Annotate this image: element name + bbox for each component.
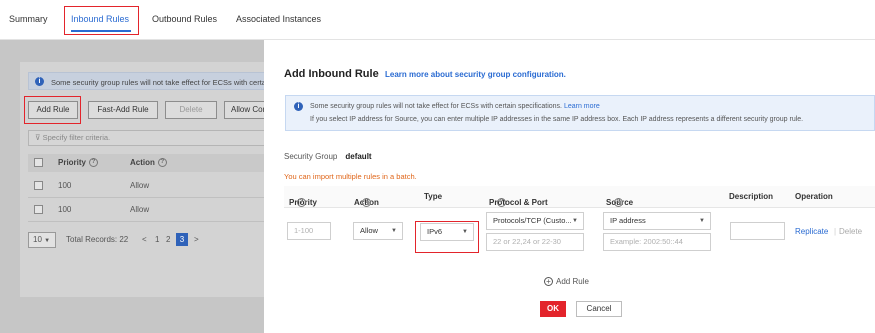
security-group-field: Security Group default bbox=[284, 152, 372, 161]
chevron-down-icon: ▼ bbox=[462, 229, 468, 235]
priority-cell: 100 bbox=[58, 205, 72, 214]
delete-link[interactable]: Delete bbox=[839, 227, 862, 236]
tab-outbound-rules[interactable]: Outbound Rules bbox=[152, 14, 217, 24]
filter-icon: ⊽ bbox=[35, 133, 41, 142]
rules-table-header: Priority? Action? bbox=[28, 154, 278, 172]
dialog-title: Add Inbound Rule bbox=[284, 68, 379, 80]
learn-more-link[interactable]: Learn more about security group configur… bbox=[385, 70, 566, 79]
add-rule-button[interactable]: Add Rule bbox=[28, 101, 78, 119]
rule-table-header: Priority? Action? Type Protocol & Port? … bbox=[284, 186, 875, 208]
ok-button[interactable]: OK bbox=[540, 301, 566, 317]
table-row: 100 Allow bbox=[28, 198, 278, 222]
delete-button[interactable]: Delete bbox=[165, 101, 217, 119]
notice-banner: i Some security group rules will not tak… bbox=[28, 72, 278, 90]
type-header: Type bbox=[424, 192, 443, 201]
plus-circle-icon: + bbox=[544, 277, 553, 287]
chevron-down-icon: ▼ bbox=[44, 238, 51, 244]
action-cell: Allow bbox=[130, 181, 150, 190]
protocol-select[interactable]: Protocols/TCP (Custo... ▼ bbox=[486, 212, 584, 230]
info-icon: i bbox=[35, 77, 44, 86]
priority-cell: 100 bbox=[58, 181, 72, 190]
add-inbound-rule-dialog: Add Inbound Rule Learn more about securi… bbox=[264, 40, 875, 333]
cancel-button[interactable]: Cancel bbox=[576, 301, 622, 317]
description-input[interactable] bbox=[730, 222, 785, 240]
fast-add-rule-button[interactable]: Fast-Add Rule bbox=[88, 101, 158, 119]
help-icon[interactable]: ? bbox=[297, 198, 306, 207]
help-icon[interactable]: ? bbox=[157, 158, 167, 168]
help-icon[interactable]: ? bbox=[362, 198, 371, 207]
help-icon[interactable]: ? bbox=[497, 198, 506, 207]
action-header: Action? bbox=[130, 158, 167, 168]
priority-header: Priority? bbox=[58, 158, 99, 168]
help-icon[interactable]: ? bbox=[89, 158, 99, 168]
notice-learn-more-link[interactable]: Learn more bbox=[564, 103, 600, 110]
description-header: Description bbox=[729, 192, 774, 201]
page-1[interactable]: 1 bbox=[155, 235, 159, 244]
source-type-select[interactable]: IP address ▼ bbox=[603, 212, 711, 230]
dialog-notice: i Some security group rules will not tak… bbox=[285, 95, 875, 131]
row-checkbox[interactable] bbox=[34, 181, 43, 190]
next-page-button[interactable]: > bbox=[194, 235, 199, 244]
filter-input[interactable]: ⊽ Specify filter criteria. bbox=[28, 130, 278, 146]
notice-line-2: If you select IP address for Source, you… bbox=[310, 116, 804, 123]
action-select[interactable]: Allow ▼ bbox=[353, 222, 403, 240]
import-rules-link[interactable]: You can import multiple rules in a batch… bbox=[284, 172, 417, 181]
replicate-link[interactable]: Replicate bbox=[795, 227, 828, 236]
highlight-box-inbound-tab bbox=[64, 6, 139, 35]
source-input[interactable]: Example: 2002:50::44 bbox=[603, 233, 711, 251]
rules-panel: i Some security group rules will not tak… bbox=[20, 62, 278, 297]
operation-header: Operation bbox=[795, 192, 833, 201]
help-icon[interactable]: ? bbox=[614, 198, 623, 207]
table-row: 100 Allow bbox=[28, 174, 278, 198]
page-size-select[interactable]: 10 ▼ bbox=[28, 232, 56, 248]
select-all-checkbox[interactable] bbox=[34, 158, 43, 167]
row-checkbox[interactable] bbox=[34, 205, 43, 214]
operation-separator: | bbox=[834, 227, 837, 236]
tab-associated-instances[interactable]: Associated Instances bbox=[236, 14, 321, 24]
tab-bar: Summary Inbound Rules Outbound Rules Ass… bbox=[0, 0, 875, 40]
notice-text: Some security group rules will not take … bbox=[51, 78, 272, 87]
filter-placeholder: Specify filter criteria. bbox=[42, 133, 111, 142]
security-group-value: default bbox=[345, 152, 372, 161]
notice-line-1: Some security group rules will not take … bbox=[310, 103, 600, 110]
prev-page-button[interactable]: < bbox=[142, 235, 147, 244]
page-2[interactable]: 2 bbox=[166, 235, 170, 244]
page-3-current[interactable]: 3 bbox=[176, 233, 188, 246]
port-input[interactable]: 22 or 22,24 or 22-30 bbox=[486, 233, 584, 251]
total-records: Total Records: 22 bbox=[66, 235, 129, 244]
chevron-down-icon: ▼ bbox=[699, 218, 705, 224]
type-select[interactable]: IPv6 ▼ bbox=[420, 223, 474, 241]
add-rule-link[interactable]: + Add Rule bbox=[544, 277, 589, 287]
priority-input[interactable]: 1-100 bbox=[287, 222, 331, 240]
chevron-down-icon: ▼ bbox=[391, 228, 397, 234]
info-icon: i bbox=[294, 102, 303, 111]
action-cell: Allow bbox=[130, 205, 150, 214]
tab-summary[interactable]: Summary bbox=[9, 14, 48, 24]
chevron-down-icon: ▼ bbox=[572, 218, 578, 224]
